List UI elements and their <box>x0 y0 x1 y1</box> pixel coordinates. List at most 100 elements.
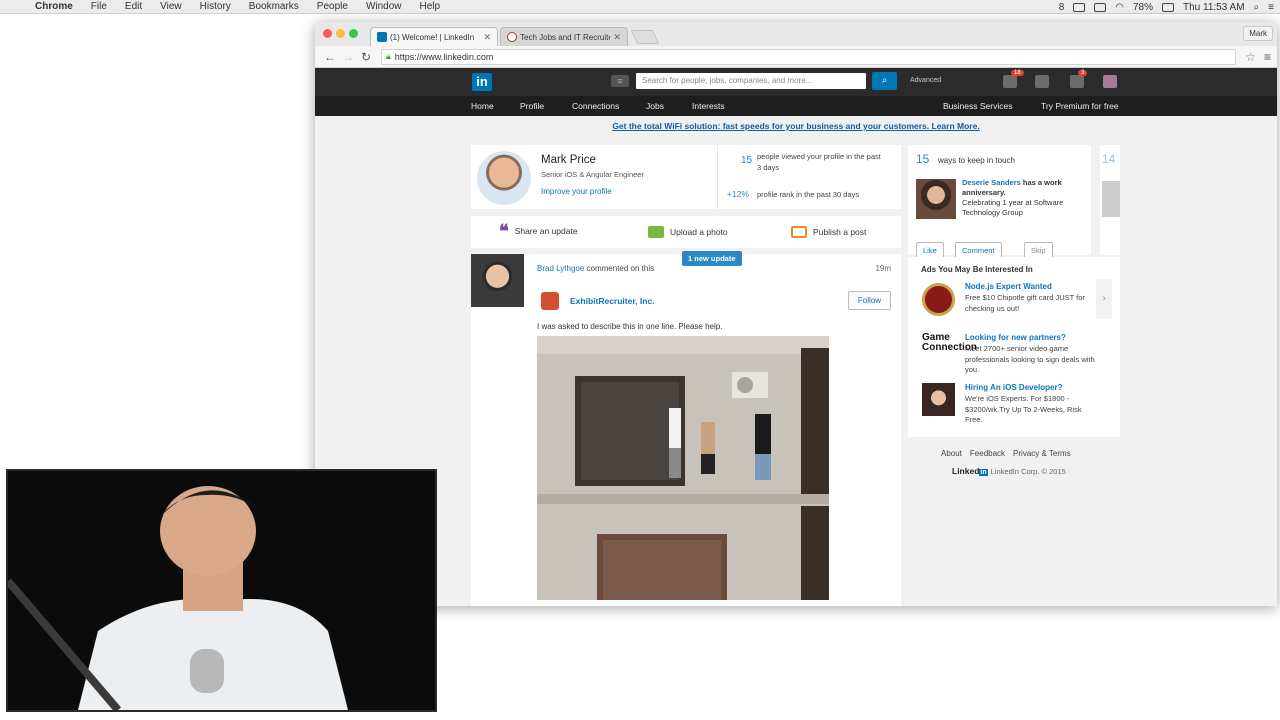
bookmark-star-icon[interactable]: ☆ <box>1245 50 1256 64</box>
back-icon[interactable]: ← <box>321 50 339 64</box>
ad-title-3[interactable]: Hiring An iOS Developer? <box>965 383 1063 392</box>
menu-people[interactable]: People <box>308 1 357 12</box>
notification-count[interactable]: 8 <box>1059 2 1065 13</box>
tab-tech-jobs[interactable]: Tech Jobs and IT Recruite ✕ <box>500 27 628 46</box>
battery-percent[interactable]: 78% <box>1133 2 1153 13</box>
profile-name[interactable]: Mark Price <box>541 154 596 166</box>
company-name[interactable]: ExhibitRecruiter, Inc. <box>570 296 655 306</box>
follow-button[interactable]: Follow <box>847 291 891 310</box>
profile-avatar[interactable] <box>477 151 531 205</box>
menu-edit[interactable]: Edit <box>116 1 151 12</box>
new-tab-button[interactable] <box>630 30 660 44</box>
nav-business-services[interactable]: Business Services <box>943 101 1012 111</box>
search-button[interactable]: ⌕ <box>872 72 897 90</box>
share-update-label: Share an update <box>514 226 578 236</box>
actor-avatar[interactable] <box>471 254 524 307</box>
ad-desc-2: Meet 2700+ senior video game professiona… <box>965 344 1095 374</box>
forward-icon[interactable]: → <box>339 50 357 64</box>
next-contact-avatar <box>1102 181 1120 217</box>
ad-title-1[interactable]: Node.js Expert Wanted <box>965 282 1052 291</box>
toolbar: ← → ↻ 🔒︎ https://www.linkedin.com ☆ ≡ <box>315 46 1277 68</box>
footer-in-logo: in <box>979 469 988 476</box>
keep-in-touch-card: 15 ways to keep in touch Deserie Sanders… <box>908 145 1091 259</box>
menu-view[interactable]: View <box>151 1 191 12</box>
post-image[interactable] <box>537 336 829 600</box>
linkedin-nav: Home Profile Connections Jobs Interests … <box>315 96 1277 116</box>
wifi-icon[interactable]: ◠ <box>1115 2 1124 13</box>
new-update-pill[interactable]: 1 new update <box>682 251 742 266</box>
menu-file[interactable]: File <box>82 1 116 12</box>
ad-title-2[interactable]: Looking for new partners? <box>965 333 1066 342</box>
battery-icon[interactable] <box>1162 2 1175 12</box>
minimize-window-icon[interactable] <box>336 29 345 38</box>
chipotle-logo[interactable] <box>922 283 955 316</box>
screen-icon[interactable] <box>1073 2 1086 12</box>
next-keep-in-touch-card[interactable]: 14 <box>1100 145 1120 255</box>
promo-banner[interactable]: Get the total WiFi solution: fast speeds… <box>315 121 1277 131</box>
profile-button[interactable]: Mark <box>1243 26 1273 41</box>
search-category-menu-icon[interactable]: ≡ <box>611 75 629 87</box>
profile-rank-change[interactable]: +12% <box>727 189 749 199</box>
footer-feedback[interactable]: Feedback <box>970 449 1005 458</box>
close-window-icon[interactable] <box>323 29 332 38</box>
nav-profile[interactable]: Profile <box>520 101 544 111</box>
macos-menubar: Chrome File Edit View History Bookmarks … <box>0 0 1280 14</box>
profile-rank-text[interactable]: profile rank in the past 30 days <box>757 189 859 200</box>
quote-icon: ❝ <box>499 221 509 241</box>
menu-bookmarks[interactable]: Bookmarks <box>240 1 308 12</box>
messages-icon[interactable] <box>1003 75 1017 88</box>
footer-about[interactable]: About <box>941 449 962 458</box>
ad-desc-1: Free $10 Chipotle gift card JUST for che… <box>965 293 1085 313</box>
improve-profile-link[interactable]: Improve your profile <box>541 187 612 196</box>
ios-developer-ad-image[interactable] <box>922 383 955 416</box>
list-icon[interactable]: ≡ <box>1268 2 1274 13</box>
actor-name[interactable]: Brad Lythgoe <box>537 264 584 273</box>
recruiter-favicon-icon <box>507 32 517 42</box>
game-connection-logo[interactable]: Game Connection <box>922 333 977 366</box>
profile-views-count[interactable]: 15 <box>741 155 752 166</box>
feed-item: Brad Lythgoe commented on this 19m Exhib… <box>471 254 901 606</box>
display-icon[interactable] <box>1094 2 1107 12</box>
nav-try-premium[interactable]: Try Premium for free <box>1041 101 1119 111</box>
address-bar[interactable]: 🔒︎ https://www.linkedin.com <box>381 48 1237 65</box>
advanced-search-link[interactable]: Advanced <box>910 77 941 84</box>
add-connection-icon[interactable] <box>1070 75 1084 88</box>
nav-connections[interactable]: Connections <box>572 101 619 111</box>
chrome-menu-icon[interactable]: ≡ <box>1264 50 1271 64</box>
search-input[interactable]: Search for people, jobs, companies, and … <box>636 73 866 89</box>
reload-icon[interactable]: ↻ <box>357 50 375 64</box>
upload-photo-button[interactable]: Upload a photo <box>648 226 728 238</box>
menu-help[interactable]: Help <box>411 1 450 12</box>
company-logo[interactable] <box>541 292 559 310</box>
clock[interactable]: Thu 11:53 AM <box>1183 2 1245 13</box>
contact-avatar[interactable] <box>916 179 956 219</box>
next-card-count: 14 <box>1102 152 1116 166</box>
profile-views-text[interactable]: people viewed your profile in the past 3… <box>757 151 887 173</box>
browser-window: (1) Welcome! | LinkedIn ✕ Tech Jobs and … <box>315 22 1277 606</box>
lock-icon: 🔒︎ <box>386 51 391 61</box>
close-tab-icon[interactable]: ✕ <box>613 32 621 43</box>
share-update-button[interactable]: ❝ Share an update <box>499 221 578 241</box>
url-text: https://www.linkedin.com <box>394 51 494 62</box>
spotlight-icon[interactable]: ⌕ <box>1254 2 1260 13</box>
account-avatar[interactable] <box>1103 75 1117 88</box>
nav-home[interactable]: Home <box>471 101 494 111</box>
tab-linkedin[interactable]: (1) Welcome! | LinkedIn ✕ <box>370 27 498 46</box>
contact-name[interactable]: Deserie Sanders <box>962 178 1021 187</box>
ads-next-arrow-icon[interactable]: › <box>1096 279 1112 319</box>
nav-interests[interactable]: Interests <box>692 101 725 111</box>
publish-post-button[interactable]: Publish a post <box>791 226 866 238</box>
flag-icon[interactable] <box>1035 75 1049 88</box>
menu-history[interactable]: History <box>191 1 240 12</box>
menu-window[interactable]: Window <box>357 1 411 12</box>
linkedin-logo[interactable]: in <box>472 73 492 91</box>
footer-privacy-terms[interactable]: Privacy & Terms <box>1013 449 1071 458</box>
nav-jobs[interactable]: Jobs <box>646 101 664 111</box>
post-text: I was asked to describe this in one line… <box>537 322 723 331</box>
profile-summary-card: Mark Price Senior iOS & Angular Engineer… <box>471 145 901 209</box>
close-tab-icon[interactable]: ✕ <box>483 32 491 43</box>
zoom-window-icon[interactable] <box>349 29 358 38</box>
profile-headline: Senior iOS & Angular Engineer <box>541 170 644 179</box>
menu-app-name[interactable]: Chrome <box>26 1 82 12</box>
footer-linkedin-brand: Linked <box>952 466 980 476</box>
